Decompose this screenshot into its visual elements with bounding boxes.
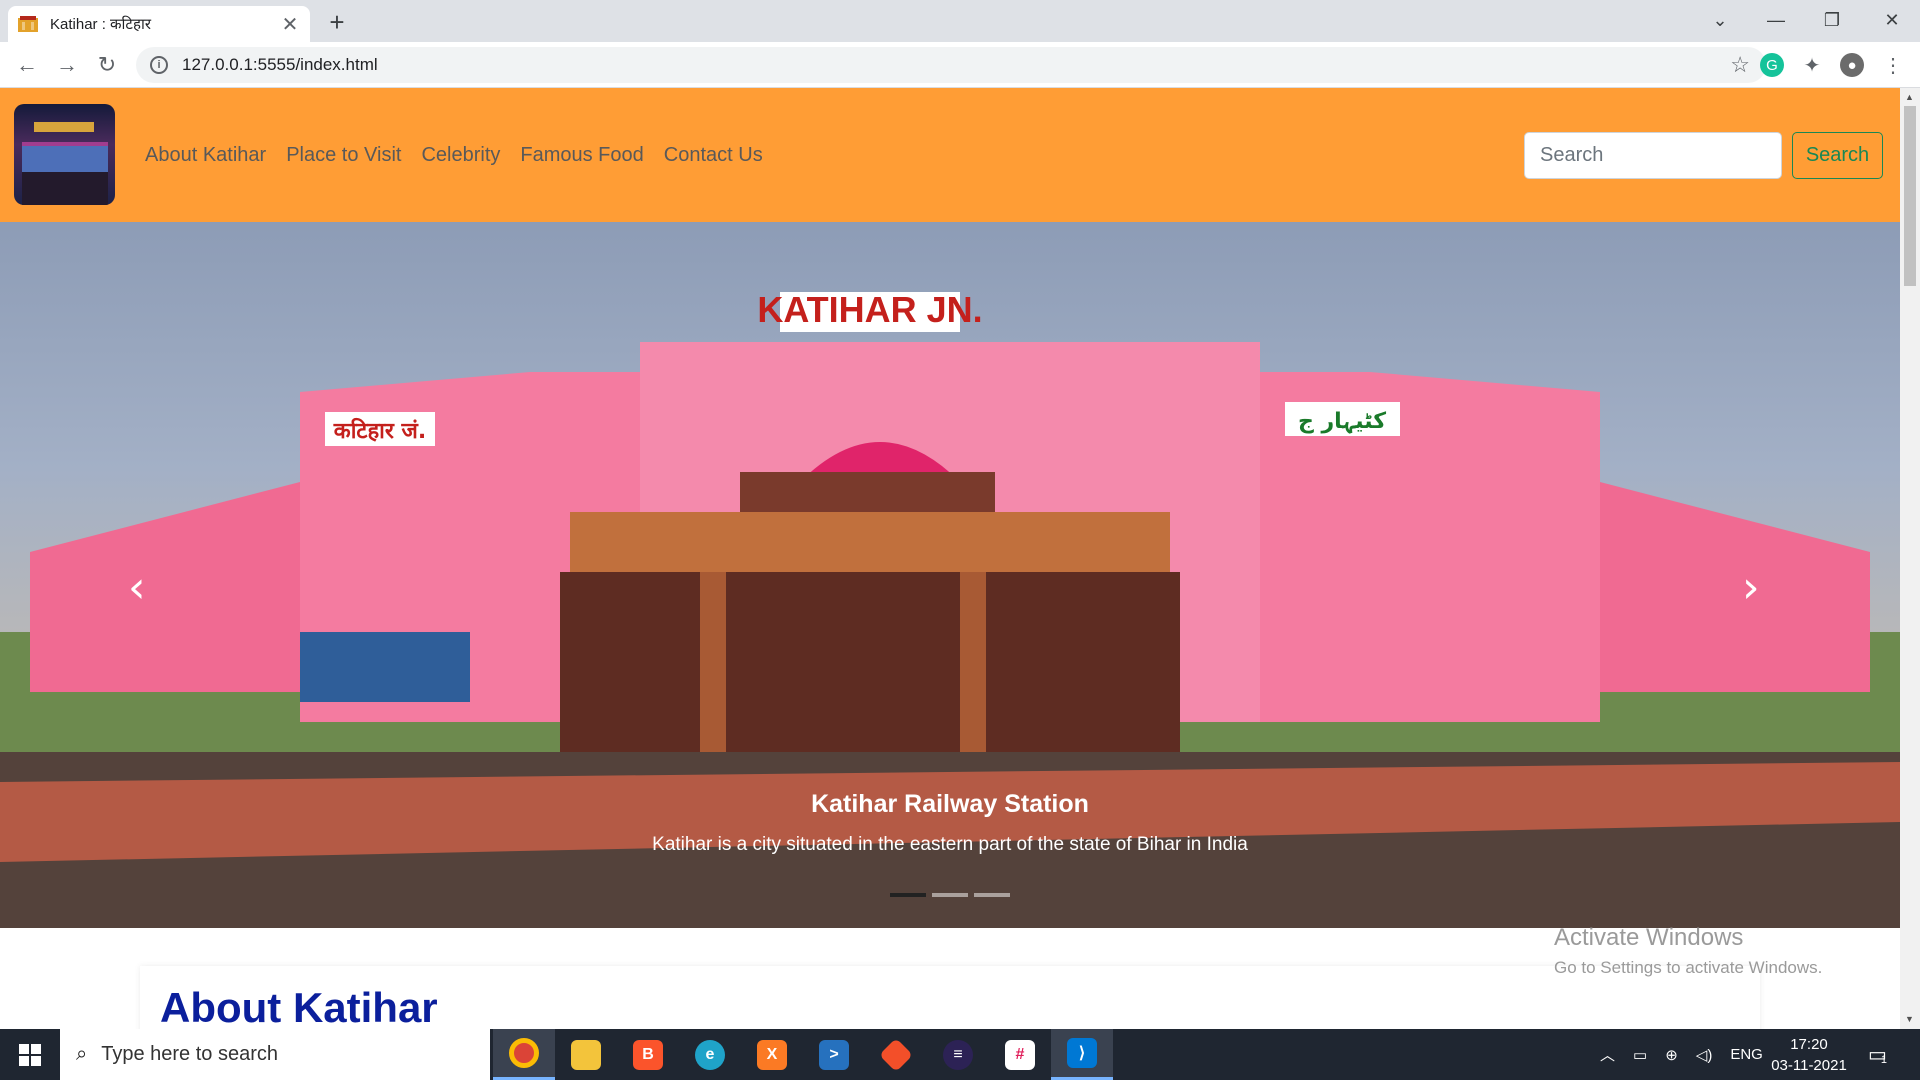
sign-katihar-jn: KATIHAR JN. [757,289,982,330]
taskbar-clock[interactable]: 17:20 03-11-2021 [1764,1034,1854,1076]
address-bar[interactable]: i 127.0.0.1:5555/index.html ☆ [136,47,1766,83]
nav-link-famous-food[interactable]: Famous Food [520,144,643,167]
notification-count: 1 [1880,1053,1888,1066]
search-icon: ⌕ [76,1043,88,1065]
watermark-line1: Activate Windows [1554,924,1744,951]
bookmark-star-icon[interactable]: ☆ [1730,52,1750,78]
browser-menu-icon[interactable]: ⋮ [1878,50,1908,80]
volume-icon[interactable]: ◁) [1696,1046,1713,1064]
site-logo[interactable] [14,104,115,205]
scrollbar-thumb[interactable] [1904,106,1916,286]
railway-station-image: KATIHAR JN. कटिहार जं. کٹیہار ج [0,289,1900,928]
browser-tab[interactable]: Katihar : कटिहार ✕ [8,6,310,42]
minimize-button[interactable]: — [1748,0,1804,40]
carousel-indicator[interactable] [890,893,926,897]
tab-close-icon[interactable]: ✕ [280,14,300,36]
site-favicon-icon [18,15,38,33]
site-navbar: About Katihar Place to Visit Celebrity F… [0,88,1900,222]
forward-button[interactable]: → [52,50,82,80]
restore-button[interactable]: ❐ [1804,0,1860,40]
activate-windows-watermark: Activate Windows Go to Settings to activ… [1554,924,1822,978]
network-icon[interactable]: ⊕ [1665,1046,1678,1064]
windows-start-icon[interactable] [0,1029,60,1080]
taskbar-search-box[interactable]: ⌕ Type here to search [60,1029,490,1080]
edge-icon[interactable]: e [679,1029,741,1080]
sign-hindi: कटिहार जं. [333,417,426,444]
clock-time: 17:20 [1790,1036,1828,1053]
watermark-line2: Go to Settings to activate Windows. [1554,958,1823,977]
powershell-icon[interactable]: > [803,1029,865,1080]
system-tray: ︿ ▭ ⊕ ◁) ENG [1600,1029,1763,1080]
windows-taskbar: ⌕ Type here to search B e X > ≡ # ⟩ ︿ ▭ … [0,1029,1920,1080]
carousel-caption-title: Katihar Railway Station [811,790,1089,818]
carousel-indicator[interactable] [932,893,968,897]
slack-icon[interactable]: # [989,1029,1051,1080]
chrome-icon[interactable] [493,1029,555,1080]
vscode-icon[interactable]: ⟩ [1051,1029,1113,1080]
tab-title: Katihar : कटिहार [50,16,151,33]
battery-icon[interactable]: ▭ [1633,1046,1647,1064]
about-section: About Katihar [140,966,1760,1029]
scroll-down-icon[interactable]: ▼ [1905,1014,1914,1024]
browser-toolbar: ← → ↻ i 127.0.0.1:5555/index.html ☆ G ✦ … [0,42,1920,88]
carousel-indicator[interactable] [974,893,1010,897]
brave-icon[interactable]: B [617,1029,679,1080]
page-scrollbar[interactable]: ▲ ▼ [1900,88,1920,1029]
sign-urdu: کٹیہار ج [1298,409,1386,434]
language-indicator[interactable]: ENG [1730,1046,1763,1063]
back-button[interactable]: ← [12,50,42,80]
grammarly-icon[interactable]: G [1760,53,1784,77]
tab-search-dropdown-icon[interactable]: ⌄ [1692,0,1748,40]
taskbar-search-placeholder: Type here to search [101,1043,278,1065]
git-icon[interactable] [865,1029,927,1080]
url-text: 127.0.0.1:5555/index.html [182,55,378,74]
notification-icon[interactable]: ▭ 1 [1868,1029,1887,1080]
nav-links: About Katihar Place to Visit Celebrity F… [145,144,763,167]
browser-tab-strip: Katihar : कटिहार ✕ + ⌄ — ❐ ✕ [0,0,1920,42]
xampp-icon[interactable]: X [741,1029,803,1080]
hero-carousel: KATIHAR JN. कटिहार जं. کٹیہار ج ‹ › Kati… [0,222,1900,928]
search-button[interactable]: Search [1792,132,1883,179]
window-close-button[interactable]: ✕ [1864,0,1920,40]
nav-link-place-to-visit[interactable]: Place to Visit [286,144,401,167]
nav-link-contact-us[interactable]: Contact Us [664,144,763,167]
eclipse-icon[interactable]: ≡ [927,1029,989,1080]
nav-link-celebrity[interactable]: Celebrity [421,144,500,167]
scroll-up-icon[interactable]: ▲ [1905,92,1914,102]
profile-avatar[interactable]: ● [1840,53,1864,77]
file-explorer-icon[interactable] [555,1029,617,1080]
site-info-icon[interactable]: i [150,56,168,74]
carousel-caption-text: Katihar is a city situated in the easter… [652,834,1248,855]
about-heading: About Katihar [160,984,438,1029]
chevron-up-icon[interactable]: ︿ [1600,1044,1615,1065]
reload-button[interactable]: ↻ [92,50,122,80]
clock-date: 03-11-2021 [1771,1057,1847,1074]
puzzle-icon[interactable]: ✦ [1800,53,1824,77]
nav-link-about-katihar[interactable]: About Katihar [145,144,266,167]
page-viewport: About Katihar Place to Visit Celebrity F… [0,88,1920,1029]
carousel-prev-icon[interactable]: ‹ [128,562,146,613]
carousel-next-icon[interactable]: › [1742,562,1760,613]
new-tab-button[interactable]: + [323,7,351,37]
carousel-indicators [0,893,1900,897]
search-input[interactable]: Search [1524,132,1782,179]
